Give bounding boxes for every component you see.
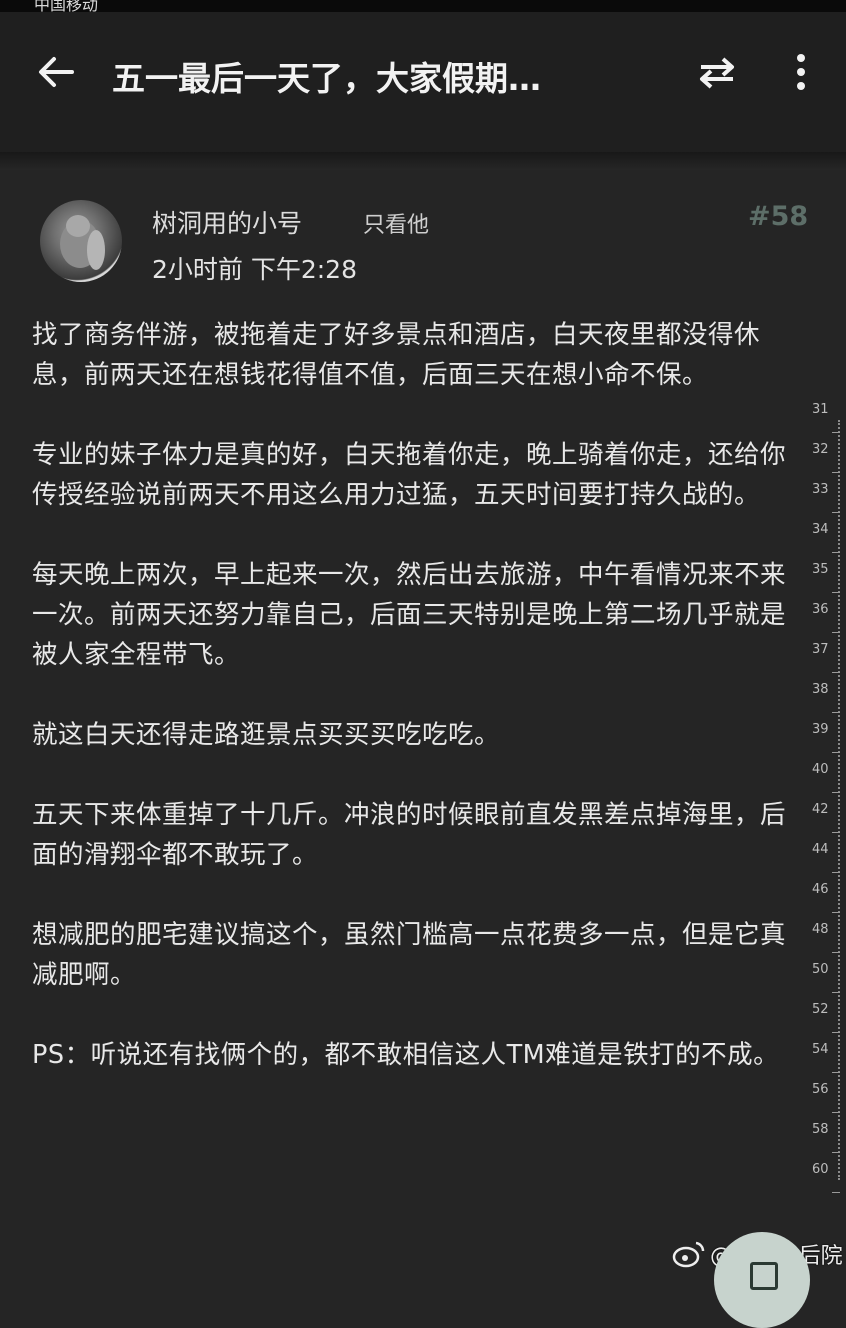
gutter-number: 37 — [812, 642, 829, 657]
avatar[interactable] — [40, 200, 122, 282]
gutter-tick — [832, 1072, 840, 1073]
gutter-number: 35 — [812, 562, 829, 577]
paragraph: 找了商务伴游，被拖着走了好多景点和酒店，白天夜里都没得休息，前两天还在想钱花得值… — [32, 320, 761, 390]
page-title: 五一最后一天了，大家假期… — [112, 59, 541, 98]
author-name[interactable]: 树洞用的小号 — [152, 204, 302, 240]
gutter-tick — [832, 792, 840, 793]
status-bar: 中国移动 — [0, 0, 846, 12]
gutter-number: 44 — [812, 842, 829, 857]
gutter-tick — [832, 952, 840, 953]
gutter-number: 32 — [812, 442, 829, 457]
gutter-number: 48 — [812, 922, 829, 937]
gutter-number: 38 — [812, 682, 829, 697]
gutter-number: 54 — [812, 1042, 829, 1057]
app-bar: 五一最后一天了，大家假期… — [0, 12, 846, 152]
scroll-index-gutter[interactable]: 31 32 33 34 35 36 37 38 39 40 42 44 46 48 50 52 54 56 58 60 — [806, 402, 840, 1202]
gutter-tick — [832, 712, 840, 713]
floor-number: #58 — [748, 201, 809, 232]
gutter-tick — [832, 592, 840, 593]
gutter-tick — [832, 672, 840, 673]
gutter-tick — [832, 432, 840, 433]
gutter-number: 60 — [812, 1162, 829, 1177]
gutter-tick — [832, 992, 840, 993]
paragraph: PS：听说还有找俩个的，都不敢相信这人TM难道是铁打的不成。 — [32, 1040, 780, 1070]
header-divider — [0, 152, 846, 170]
back-arrow-icon[interactable] — [36, 52, 76, 92]
gutter-number: 50 — [812, 962, 829, 977]
carrier-label: 中国移动 — [34, 0, 99, 12]
gutter-number: 31 — [812, 402, 829, 417]
gutter-tick — [832, 1192, 840, 1193]
gutter-tick — [832, 872, 840, 873]
only-him-button[interactable]: 只看他 — [363, 207, 429, 239]
gutter-number: 39 — [812, 722, 829, 737]
gutter-tick — [832, 552, 840, 553]
swap-icon[interactable] — [695, 52, 739, 92]
gutter-tick — [832, 1032, 840, 1033]
gutter-number: 42 — [812, 802, 829, 817]
paragraph: 五天下来体重掉了十几斤。冲浪的时候眼前直发黑差点掉海里，后面的滑翔伞都不敢玩了。 — [32, 800, 787, 870]
reply-icon — [750, 1262, 778, 1290]
gutter-tick — [832, 512, 840, 513]
gutter-tick — [832, 752, 840, 753]
gutter-number: 33 — [812, 482, 829, 497]
gutter-tick — [832, 1152, 840, 1153]
reply-fab-button[interactable] — [714, 1232, 810, 1328]
post-content: 找了商务伴游，被拖着走了好多景点和酒店，白天夜里都没得休息，前两天还在想钱花得值… — [32, 315, 802, 1115]
gutter-number: 34 — [812, 522, 829, 537]
gutter-tick — [832, 912, 840, 913]
more-vertical-icon[interactable] — [788, 50, 814, 94]
gutter-number: 36 — [812, 602, 829, 617]
gutter-tick — [832, 1112, 840, 1113]
paragraph: 专业的妹子体力是真的好，白天拖着你走，晚上骑着你走，还给你传授经验说前两天不用这… — [32, 440, 787, 510]
paragraph: 想减肥的肥宅建议搞这个，虽然门槛高一点花费多一点，但是它真减肥啊。 — [32, 920, 787, 990]
gutter-number: 58 — [812, 1122, 829, 1137]
post-time: 2小时前 下午2:28 — [152, 255, 357, 284]
paragraph: 每天晚上两次，早上起来一次，然后出去旅游，中午看情况来不来一次。前两天还努力靠自… — [32, 560, 787, 670]
gutter-number: 40 — [812, 762, 829, 777]
gutter-number: 46 — [812, 882, 829, 897]
gutter-tick — [832, 632, 840, 633]
gutter-number: 52 — [812, 1002, 829, 1017]
gutter-number: 56 — [812, 1082, 829, 1097]
paragraph: 就这白天还得走路逛景点买买买吃吃吃。 — [32, 720, 501, 750]
gutter-tick — [832, 472, 840, 473]
gutter-tick — [832, 832, 840, 833]
